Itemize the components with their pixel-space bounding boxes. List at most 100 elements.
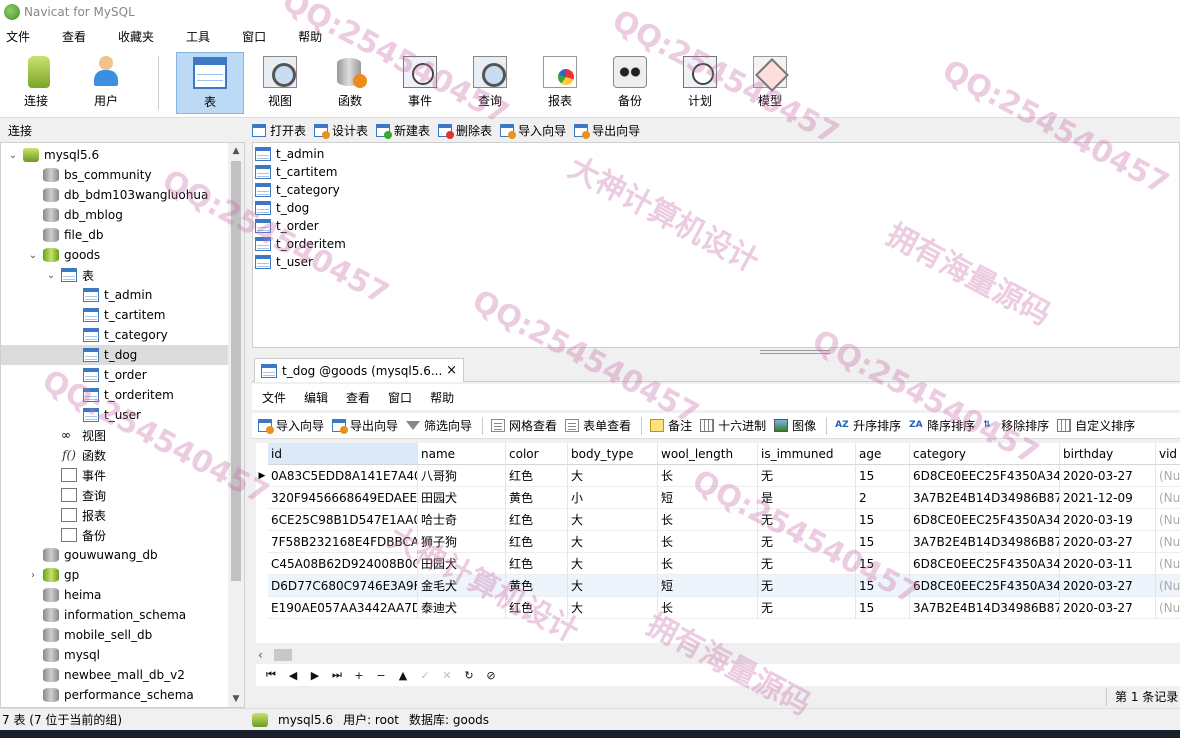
object-item-table[interactable]: t_orderitem [255,235,346,253]
table-cell-id[interactable]: 6CE25C98B1D547E1AA0C [268,509,418,531]
table-cell-category[interactable]: 6D8CE0EEC25F4350A340I [910,553,1060,575]
column-header-id[interactable]: id [268,443,418,465]
menu-file[interactable]: 文件 [0,28,42,45]
table-cell-wool-length[interactable]: 长 [658,465,758,487]
toolbar-model-button[interactable]: 模型 [736,52,804,114]
prev-record-icon[interactable]: ◀ [282,669,304,682]
inner-menu-edit[interactable]: 编辑 [304,389,328,406]
grid-view-button[interactable]: 网格查看 [491,417,557,434]
inner-menu-window[interactable]: 窗口 [388,389,412,406]
tree-item-table[interactable]: t_admin [67,285,244,305]
tree-item-database[interactable]: performance_schema [27,685,244,705]
menu-help[interactable]: 帮助 [292,28,334,45]
column-header-birthday[interactable]: birthday [1060,443,1156,465]
new-table-button[interactable]: 新建表 [376,122,430,139]
tree-item-events[interactable]: 事件 [45,465,244,485]
sort-ascending-button[interactable]: AZ 升序排序 [835,417,901,434]
toolbar-connection-button[interactable]: 连接 [2,52,70,114]
table-cell-birthday[interactable]: 2020-03-27 [1060,465,1156,487]
open-table-button[interactable]: 打开表 [252,122,306,139]
toolbar-query-button[interactable]: 查询 [456,52,524,114]
table-cell-color[interactable]: 红色 [506,465,568,487]
table-cell-color[interactable]: 红色 [506,597,568,619]
inner-menu-help[interactable]: 帮助 [430,389,454,406]
table-cell-id[interactable]: D6D77C680C9746E3A9FF [268,575,418,597]
table-cell-is-immuned[interactable]: 无 [758,531,856,553]
splitter-grip[interactable] [760,350,830,354]
table-cell-age[interactable]: 2 [856,487,910,509]
column-header-is-immuned[interactable]: is_immuned [758,443,856,465]
column-header-body-type[interactable]: body_type [568,443,658,465]
table-cell-color[interactable]: 红色 [506,553,568,575]
tree-item-database[interactable]: bs_community [27,165,244,185]
scrollbar-thumb[interactable] [274,649,292,661]
import-wizard-button[interactable]: 导入向导 [500,122,566,139]
table-cell-age[interactable]: 15 [856,597,910,619]
table-cell-name[interactable]: 田园犬 [418,487,506,509]
tree-item-table[interactable]: t_orderitem [67,385,244,405]
tree-item-table[interactable]: t_cartitem [67,305,244,325]
table-cell-color[interactable]: 黄色 [506,487,568,509]
table-cell-id[interactable]: E190AE057AA3442AA7DC [268,597,418,619]
table-cell-wool-length[interactable]: 短 [658,487,758,509]
tree-item-database-goods[interactable]: ⌄ goods [27,245,244,265]
scroll-left-arrow-icon[interactable]: ‹ [258,646,272,664]
table-cell-id[interactable]: 320F9456668649EDAEE89 [268,487,418,509]
tree-item-views[interactable]: ∞ 视图 [45,425,244,445]
up-icon[interactable]: ▲ [392,669,414,682]
scrollbar-thumb[interactable] [231,161,241,581]
table-object-list[interactable]: t_admin t_cartitem t_category t_dog t_or… [252,142,1180,348]
table-cell-body-type[interactable]: 大 [568,575,658,597]
tree-item-database[interactable]: gouwuwang_db [27,545,244,565]
tree-item-database[interactable]: db_mblog [27,205,244,225]
grid-export-wizard-button[interactable]: 导出向导 [332,417,398,434]
inner-menu-view[interactable]: 查看 [346,389,370,406]
column-header-name[interactable]: name [418,443,506,465]
column-header-category[interactable]: category [910,443,1060,465]
tree-item-database[interactable]: heima [27,585,244,605]
form-view-button[interactable]: 表单查看 [565,417,631,434]
apply-icon[interactable]: ✓ [414,669,436,682]
export-wizard-button[interactable]: 导出向导 [574,122,640,139]
table-cell-body-type[interactable]: 大 [568,465,658,487]
table-cell-body-type[interactable]: 大 [568,509,658,531]
toolbar-event-button[interactable]: 事件 [386,52,454,114]
object-item-table[interactable]: t_cartitem [255,163,337,181]
collapse-chevron-icon[interactable]: ⌄ [7,149,19,161]
table-cell-vid[interactable]: (Nu [1156,531,1180,553]
table-cell-body-type[interactable]: 大 [568,553,658,575]
expand-chevron-icon[interactable]: › [27,569,39,581]
table-cell-birthday[interactable]: 2021-12-09 [1060,487,1156,509]
column-header-age[interactable]: age [856,443,910,465]
tree-item-database[interactable]: mysql [27,645,244,665]
table-cell-birthday[interactable]: 2020-03-19 [1060,509,1156,531]
tab-t-dog[interactable]: t_dog @goods (mysql5.6... × [254,358,464,382]
discard-icon[interactable]: ✕ [436,669,458,682]
tree-item-database[interactable]: db_bdm103wangluohua [27,185,244,205]
design-table-button[interactable]: 设计表 [314,122,368,139]
menu-view[interactable]: 查看 [56,28,98,45]
table-cell-is-immuned[interactable]: 无 [758,465,856,487]
table-cell-color[interactable]: 黄色 [506,575,568,597]
table-cell-vid[interactable]: (Nu [1156,487,1180,509]
tree-item-queries[interactable]: 查询 [45,485,244,505]
table-cell-birthday[interactable]: 2020-03-27 [1060,531,1156,553]
table-cell-name[interactable]: 哈士奇 [418,509,506,531]
table-cell-birthday[interactable]: 2020-03-11 [1060,553,1156,575]
table-cell-name[interactable]: 田园犬 [418,553,506,575]
toolbar-schedule-button[interactable]: 计划 [666,52,734,114]
image-button[interactable]: 图像 [774,417,816,434]
table-cell-age[interactable]: 15 [856,509,910,531]
tree-item-backups[interactable]: 备份 [45,525,244,545]
hex-button[interactable]: 十六进制 [700,417,766,434]
table-cell-wool-length[interactable]: 长 [658,553,758,575]
table-cell-body-type[interactable]: 大 [568,597,658,619]
object-item-table[interactable]: t_admin [255,145,324,163]
toolbar-view-button[interactable]: 视图 [246,52,314,114]
panel-splitter[interactable] [252,348,1180,356]
table-cell-category[interactable]: 6D8CE0EEC25F4350A340I [910,575,1060,597]
memo-button[interactable]: 备注 [650,417,692,434]
table-cell-body-type[interactable]: 大 [568,531,658,553]
table-cell-vid[interactable]: (Nu [1156,509,1180,531]
tree-item-table-selected[interactable]: t_dog [1,345,229,365]
